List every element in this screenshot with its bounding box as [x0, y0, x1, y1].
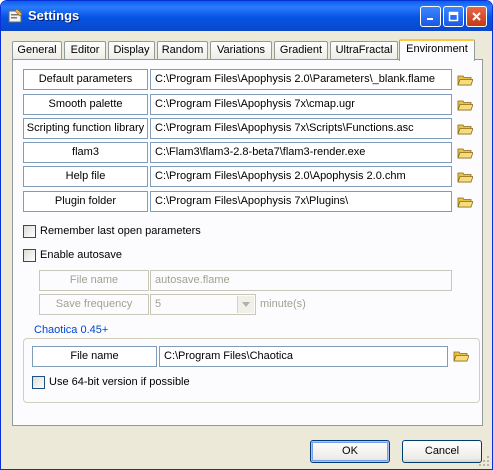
- enable-autosave-label[interactable]: Enable autosave: [40, 249, 122, 262]
- use-64bit-checkbox[interactable]: [32, 376, 45, 389]
- tab-gradient[interactable]: Gradient: [274, 41, 328, 60]
- plugin-folder-label: Plugin folder: [23, 191, 148, 212]
- minimize-button[interactable]: [420, 6, 441, 27]
- scripting-library-path-input[interactable]: C:\Program Files\Apophysis 7x\Scripts\Fu…: [150, 118, 452, 139]
- cancel-button[interactable]: Cancel: [402, 440, 482, 463]
- browse-folder-icon[interactable]: [457, 122, 473, 136]
- smooth-palette-path-input[interactable]: C:\Program Files\Apophysis 7x\cmap.ugr: [150, 94, 452, 115]
- tab-display[interactable]: Display: [108, 41, 155, 60]
- tab-variations[interactable]: Variations: [210, 41, 272, 60]
- dropdown-button[interactable]: [237, 296, 254, 313]
- settings-app-icon: [8, 8, 23, 23]
- chaotica-file-name-input[interactable]: C:\Program Files\Chaotica: [159, 346, 448, 367]
- autosave-file-name-label: File name: [39, 270, 149, 291]
- remember-last-checkbox[interactable]: [23, 225, 36, 238]
- enable-autosave-checkbox[interactable]: [23, 249, 36, 262]
- window-title: Settings: [28, 8, 80, 23]
- help-file-path-input[interactable]: C:\Program Files\Apophysis 2.0\Apophysis…: [150, 166, 452, 187]
- browse-folder-icon[interactable]: [457, 98, 473, 112]
- plugin-folder-path-input[interactable]: C:\Program Files\Apophysis 7x\Plugins\: [150, 191, 452, 212]
- save-frequency-value: 5: [155, 298, 162, 310]
- browse-folder-icon[interactable]: [457, 195, 473, 209]
- chevron-down-icon: [242, 302, 250, 307]
- save-frequency-unit: minute(s): [260, 298, 306, 310]
- save-frequency-label: Save frequency: [39, 294, 149, 315]
- tab-environment[interactable]: Environment: [399, 39, 475, 61]
- default-parameters-label: Default parameters: [23, 69, 148, 90]
- browse-folder-icon[interactable]: [457, 170, 473, 184]
- maximize-button[interactable]: [443, 6, 464, 27]
- tab-ultrafractal[interactable]: UltraFractal: [330, 41, 398, 60]
- smooth-palette-label: Smooth palette: [23, 94, 148, 115]
- ok-button[interactable]: OK: [310, 440, 390, 463]
- chaotica-file-name-label: File name: [32, 346, 157, 367]
- minimize-icon: [427, 18, 433, 20]
- tab-random[interactable]: Random: [157, 41, 208, 60]
- save-frequency-select[interactable]: 5: [150, 294, 256, 315]
- use-64bit-label[interactable]: Use 64-bit version if possible: [49, 376, 190, 389]
- help-file-label: Help file: [23, 166, 148, 187]
- browse-folder-icon[interactable]: [453, 349, 469, 363]
- default-parameters-path-input[interactable]: C:\Program Files\Apophysis 2.0\Parameter…: [150, 69, 452, 90]
- resize-grip-icon[interactable]: [478, 455, 490, 467]
- close-button[interactable]: [466, 6, 487, 27]
- title-bar[interactable]: Settings: [1, 1, 492, 31]
- maximize-icon: [448, 11, 459, 22]
- settings-window: Settings General Editor Display Random V…: [0, 0, 493, 470]
- chaotica-group-title: Chaotica 0.45+: [31, 323, 112, 337]
- close-icon: [472, 12, 481, 21]
- flam3-label: flam3: [23, 142, 148, 163]
- scripting-library-label: Scripting function library: [23, 118, 148, 139]
- autosave-file-name-input[interactable]: autosave.flame: [150, 270, 452, 291]
- browse-folder-icon[interactable]: [457, 146, 473, 160]
- browse-folder-icon[interactable]: [457, 73, 473, 87]
- flam3-path-input[interactable]: C:\Flam3\flam3-2.8-beta7\flam3-render.ex…: [150, 142, 452, 163]
- remember-last-label[interactable]: Remember last open parameters: [40, 225, 201, 238]
- tab-general[interactable]: General: [12, 41, 62, 60]
- tab-editor[interactable]: Editor: [64, 41, 106, 60]
